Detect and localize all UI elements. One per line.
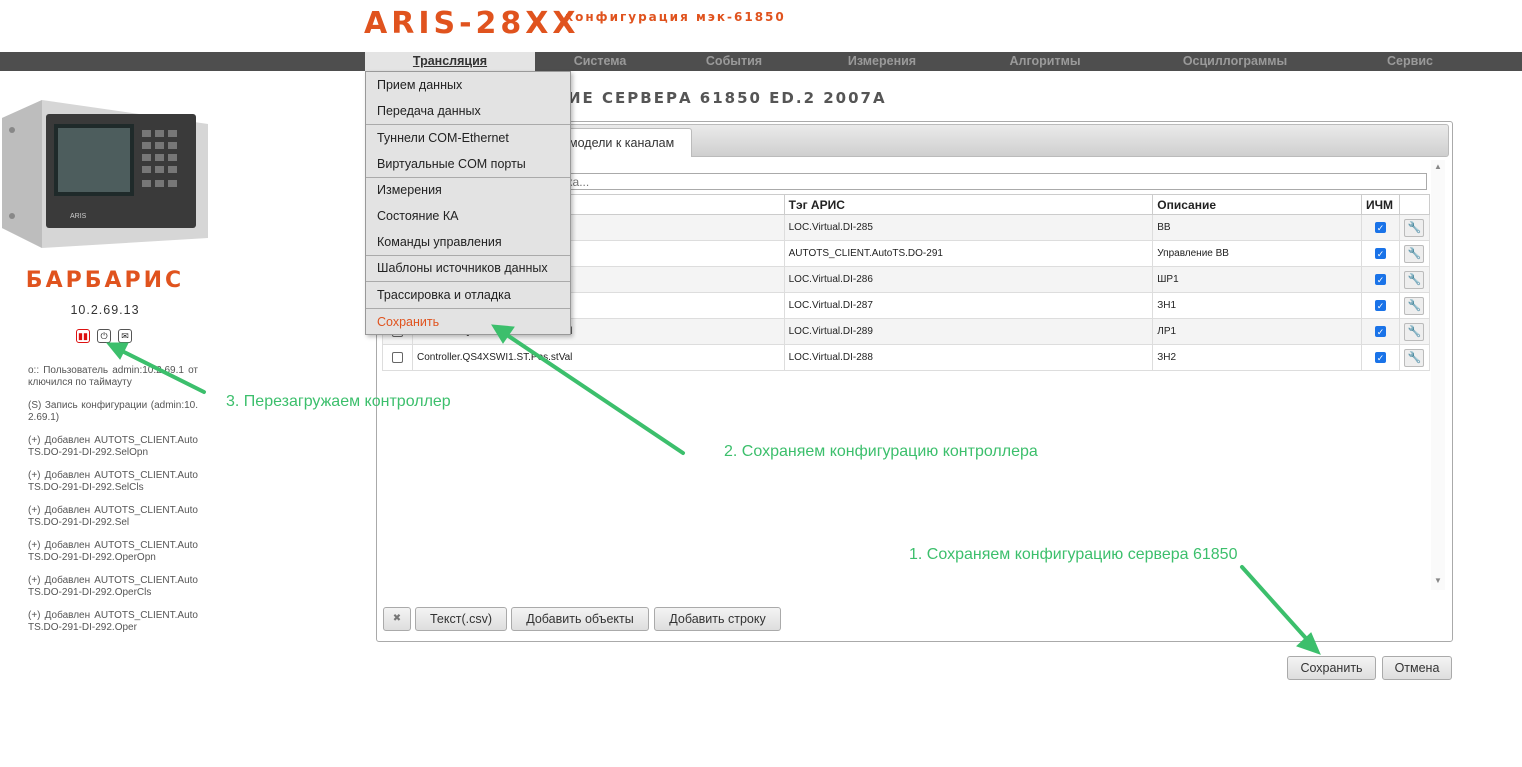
description-cell: Управление ВВ <box>1152 240 1362 267</box>
ichm-checkbox[interactable]: ✓ <box>1374 273 1386 285</box>
tab-model-channels[interactable]: модели к каналам <box>552 128 692 157</box>
table-scrollbar[interactable]: ▲ ▼ <box>1431 160 1445 590</box>
description-cell: ЗН1 <box>1152 292 1362 319</box>
search-input[interactable] <box>548 173 1427 190</box>
wrench-icon[interactable]: 🔧 <box>1404 322 1425 341</box>
log-entry: (+) Добавлен AUTOTS_CLIENT.AutoTS.DO-291… <box>28 540 198 563</box>
ichm-cell: ✓ <box>1361 214 1400 241</box>
page-title: ИЕ СЕРВЕРА 61850 ED.2 2007A <box>568 89 887 107</box>
menu-send-data[interactable]: Передача данных <box>366 98 570 124</box>
edit-cell: 🔧 <box>1398 292 1431 319</box>
nav-translation[interactable]: Трансляция <box>365 52 535 71</box>
col-tag: Тэг АРИС <box>783 194 1154 215</box>
log-entry: (+) Добавлен AUTOTS_CLIENT.AutoTS.DO-291… <box>28 575 198 598</box>
annotation-step-3: 3. Перезагружаем контроллер <box>226 393 451 410</box>
menu-ka-state[interactable]: Состояние КА <box>366 203 570 229</box>
nav-algorithms[interactable]: Алгоритмы <box>995 52 1095 71</box>
menu-com-tunnels[interactable]: Туннели COM-Ethernet <box>366 125 570 151</box>
log-entry: (+) Добавлен AUTOTS_CLIENT.AutoTS.DO-291… <box>28 435 198 458</box>
add-row-button[interactable]: Добавить строку <box>654 607 781 631</box>
ichm-cell: ✓ <box>1361 344 1400 371</box>
mail-icon[interactable]: ✉ <box>118 329 132 343</box>
ichm-checkbox[interactable]: ✓ <box>1374 221 1386 233</box>
annotation-step-1: 1. Сохраняем конфигурацию сервера 61850 <box>909 546 1238 563</box>
wrench-icon[interactable]: 🔧 <box>1404 296 1425 315</box>
edit-cell: 🔧 <box>1398 344 1431 371</box>
device-image: ARIS <box>2 100 208 248</box>
menu-source-templates[interactable]: Шаблоны источников данных <box>366 255 570 281</box>
brand-subtitle: конфигурация мэк-61850 <box>565 10 786 24</box>
log-entry: (+) Добавлен AUTOTS_CLIENT.AutoTS.DO-291… <box>28 610 198 633</box>
ichm-checkbox[interactable]: ✓ <box>1374 299 1386 311</box>
edit-cell: 🔧 <box>1398 318 1431 345</box>
wrench-icon[interactable]: 🔧 <box>1404 218 1425 237</box>
menu-receive-data[interactable]: Прием данных <box>366 72 570 98</box>
table-row[interactable]: Controller.QS4XSWI1.ST.Pos.stVal LOC.Virt… <box>382 344 1431 371</box>
save-button[interactable]: Сохранить <box>1287 656 1376 680</box>
edit-cell: 🔧 <box>1398 214 1431 241</box>
col-description: Описание <box>1152 194 1362 215</box>
event-log: o:: Пользователь admin:10.2.69.1 отключи… <box>28 365 198 645</box>
svg-text:ARIS: ARIS <box>70 213 87 220</box>
tag-cell: LOC.Virtual.DI-286 <box>783 266 1154 293</box>
tag-cell: LOC.Virtual.DI-285 <box>783 214 1154 241</box>
tag-cell: LOC.Virtual.DI-289 <box>783 318 1154 345</box>
nav-system[interactable]: Система <box>550 52 650 71</box>
device-ip: 10.2.69.13 <box>70 303 140 317</box>
ichm-cell: ✓ <box>1361 292 1400 319</box>
annotation-step-2: 2. Сохраняем конфигурацию контроллера <box>724 443 1038 460</box>
alarm-icon[interactable]: ▮▮ <box>76 329 90 343</box>
tag-cell: LOC.Virtual.DI-287 <box>783 292 1154 319</box>
wrench-icon[interactable]: 🔧 <box>1404 244 1425 263</box>
wrench-icon[interactable]: 🔧 <box>1404 348 1425 367</box>
description-cell: ЛР1 <box>1152 318 1362 345</box>
power-icon[interactable]: ⏻ <box>97 329 111 343</box>
log-entry: (+) Добавлен AUTOTS_CLIENT.AutoTS.DO-291… <box>28 470 198 493</box>
ichm-cell: ✓ <box>1361 318 1400 345</box>
log-entry: o:: Пользователь admin:10.2.69.1 отключи… <box>28 365 198 388</box>
ichm-checkbox[interactable]: ✓ <box>1374 351 1386 363</box>
tag-cell: AUTOTS_CLIENT.AutoTS.DO-291 <box>783 240 1154 267</box>
log-entry: (+) Добавлен AUTOTS_CLIENT.AutoTS.DO-291… <box>28 505 198 528</box>
nav-events[interactable]: События <box>684 52 784 71</box>
translation-dropdown: Прием данных Передача данных Туннели COM… <box>365 71 571 335</box>
ichm-cell: ✓ <box>1361 266 1400 293</box>
ichm-checkbox[interactable]: ✓ <box>1374 325 1386 337</box>
arrow-head <box>105 342 129 360</box>
description-cell: ВВ <box>1152 214 1362 241</box>
tag-cell: LOC.Virtual.DI-288 <box>783 344 1154 371</box>
menu-measurements[interactable]: Измерения <box>366 177 570 203</box>
description-cell: ЗН2 <box>1152 344 1362 371</box>
col-ichm: ИЧМ <box>1361 194 1400 215</box>
description-cell: ШР1 <box>1152 266 1362 293</box>
row-select-cell <box>382 344 413 371</box>
menu-control-commands[interactable]: Команды управления <box>366 229 570 255</box>
ichm-cell: ✓ <box>1361 240 1400 267</box>
nav-oscillograms[interactable]: Осциллограммы <box>1165 52 1305 71</box>
col-edit <box>1398 194 1431 215</box>
menu-virtual-com[interactable]: Виртуальные COM порты <box>366 151 570 177</box>
text-csv-button[interactable]: Текст(.csv) <box>415 607 507 631</box>
wrench-icon[interactable]: 🔧 <box>1404 270 1425 289</box>
cancel-button[interactable]: Отмена <box>1382 656 1452 680</box>
edit-cell: 🔧 <box>1398 240 1431 267</box>
brand-title: ARIS-28XX <box>364 6 580 41</box>
nav-service[interactable]: Сервис <box>1370 52 1450 71</box>
object-cell: Controller.QS4XSWI1.ST.Pos.stVal <box>411 344 785 371</box>
menu-save[interactable]: Сохранить <box>366 309 570 335</box>
add-objects-button[interactable]: Добавить объекты <box>511 607 649 631</box>
row-checkbox[interactable] <box>391 351 403 363</box>
device-name: БАРБАРИС <box>25 268 185 293</box>
log-entry: (S) Запись конфигурации (admin:10.2.69.1… <box>28 400 198 423</box>
nav-measurements[interactable]: Измерения <box>832 52 932 71</box>
edit-cell: 🔧 <box>1398 266 1431 293</box>
ichm-checkbox[interactable]: ✓ <box>1374 247 1386 259</box>
delete-button[interactable]: ✖ <box>383 607 411 631</box>
menu-trace-debug[interactable]: Трассировка и отладка <box>366 282 570 308</box>
main-navbar: Трансляция Система События Измерения Алг… <box>0 52 1522 71</box>
